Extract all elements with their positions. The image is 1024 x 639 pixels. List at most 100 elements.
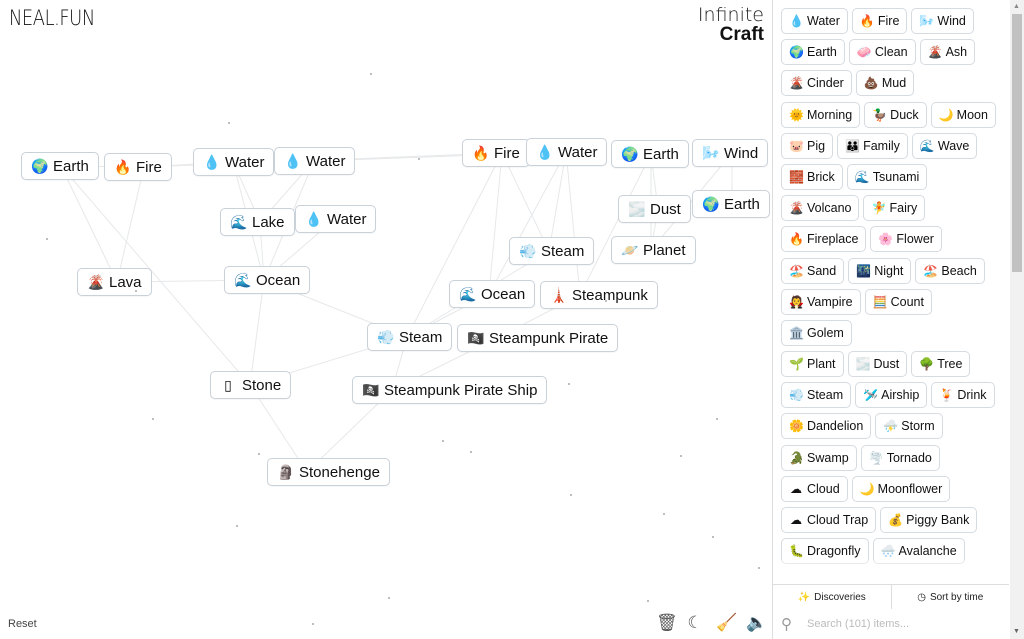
item-label: Wave [937, 138, 970, 153]
sidebar-item-swamp[interactable]: 🐊 Swamp [781, 444, 857, 471]
scrollbar-thumb[interactable] [1012, 14, 1022, 272]
sidebar-item-cinder[interactable]: 🌋 Cinder [781, 70, 852, 97]
item-icon: 👪 [845, 138, 861, 153]
sidebar-item-steam[interactable]: 💨 Steam [781, 382, 852, 409]
sidebar-item-wave[interactable]: 🌊 Wave [911, 132, 978, 159]
canvas-node-fire[interactable]: 🔥 Fire [462, 139, 530, 167]
canvas-node-water[interactable]: 💧 Water [274, 147, 356, 175]
sidebar-item-dandelion[interactable]: 🌼 Dandelion [781, 413, 872, 440]
canvas-node-stone[interactable]: ▯ Stone [210, 371, 292, 399]
item-icon: 🌞 [789, 107, 804, 122]
sidebar-item-tree[interactable]: 🌳 Tree [911, 351, 971, 378]
sidebar-item-morning[interactable]: 🌞 Morning [781, 101, 861, 128]
item-icon: 🏖️ [923, 263, 939, 278]
canvas-node-water[interactable]: 💧 Water [295, 205, 377, 233]
canvas-node-steampunk[interactable]: 🗼 Steampunk [540, 281, 658, 309]
sort-button[interactable]: ◷ Sort by time [892, 585, 1010, 609]
sidebar-item-beach[interactable]: 🏖️ Beach [915, 257, 985, 284]
item-icon: 🐷 [789, 138, 804, 153]
dark-mode-icon[interactable]: ☾ [686, 612, 704, 634]
canvas-node-water[interactable]: 💧 Water [193, 148, 275, 176]
sidebar-item-moon[interactable]: 🌙 Moon [930, 101, 996, 128]
sidebar-item-drink[interactable]: 🍹 Drink [931, 382, 995, 409]
sound-icon[interactable]: 🔈 [746, 612, 767, 634]
canvas-node-lava[interactable]: 🌋 Lava [77, 268, 152, 296]
canvas-node-ocean[interactable]: 🌊 Ocean [449, 280, 536, 308]
craft-canvas[interactable]: NEAL.FUN Infinite Craft 🌍 Earth 🔥 Fire 💧 Wate… [0, 0, 772, 639]
node-label: Lava [109, 273, 142, 291]
node-label: Stone [242, 376, 282, 394]
canvas-node-water[interactable]: 💧 Water [526, 138, 608, 166]
scroll-down-icon[interactable]: ▼ [1013, 628, 1020, 635]
sidebar-item-count[interactable]: 🧮 Count [864, 288, 932, 315]
sidebar-item-wind[interactable]: 🌬️ Wind [911, 8, 974, 34]
item-label: Swamp [807, 450, 849, 465]
neal-fun-logo[interactable]: NEAL.FUN [9, 6, 95, 30]
canvas-node-stonehenge[interactable]: 🗿 Stonehenge [267, 458, 390, 486]
sidebar-item-moonflower[interactable]: 🌙 Moonflower [851, 475, 951, 502]
sidebar-item-flower[interactable]: 🌸 Flower [870, 226, 942, 253]
scrollbar-lower[interactable]: ▼ [1010, 585, 1024, 639]
node-label: Earth [53, 157, 89, 175]
canvas-node-steam[interactable]: 💨 Steam [367, 323, 453, 351]
sidebar-item-piggy-bank[interactable]: 💰 Piggy Bank [880, 507, 978, 533]
sidebar-item-pig[interactable]: 🐷 Pig [781, 132, 834, 159]
canvas-node-lake[interactable]: 🌊 Lake [220, 208, 295, 236]
item-label: Moon [956, 107, 988, 122]
canvas-node-earth[interactable]: 🌍 Earth [692, 190, 770, 218]
sidebar-item-storm[interactable]: ⛈️ Storm [875, 413, 943, 440]
sidebar-item-clean[interactable]: 🧼 Clean [848, 39, 916, 66]
canvas-node-steampunk-pirate[interactable]: 🏴‍☠️ Steampunk Pirate [457, 324, 619, 352]
search-input[interactable] [805, 617, 999, 631]
sidebar-item-volcano[interactable]: 🌋 Volcano [781, 195, 860, 222]
discoveries-button[interactable]: ✨ Discoveries [773, 585, 892, 609]
canvas-node-steam[interactable]: 💨 Steam [509, 237, 595, 265]
sidebar-item-plant[interactable]: 🌱 Plant [781, 351, 844, 378]
sidebar-item-tornado[interactable]: 🌪️ Tornado [860, 444, 940, 471]
reset-button[interactable]: Reset [8, 618, 37, 630]
sidebar-item-earth[interactable]: 🌍 Earth [781, 39, 845, 66]
sidebar-item-fairy[interactable]: 🧚 Fairy [863, 195, 926, 222]
item-label: Avalanche [898, 544, 957, 559]
canvas-node-planet[interactable]: 🪐 Planet [611, 236, 696, 264]
background-dot [388, 597, 390, 599]
broom-icon[interactable]: 🧹 [716, 612, 737, 634]
item-label: Family [863, 138, 900, 153]
scroll-up-icon[interactable]: ▲ [1013, 3, 1020, 10]
connection-line [60, 165, 118, 283]
connection-line [116, 166, 145, 283]
sidebar-item-vampire[interactable]: 🧛 Vampire [781, 288, 861, 315]
sidebar-item-sand[interactable]: 🏖️ Sand [781, 257, 845, 284]
canvas-node-earth[interactable]: 🌍 Earth [611, 140, 689, 168]
sidebar-item-duck[interactable]: 🦆 Duck [864, 101, 927, 128]
scrollbar[interactable]: ▲ [1010, 0, 1024, 585]
sidebar-item-family[interactable]: 👪 Family [837, 132, 908, 159]
node-label: Fire [136, 158, 162, 176]
node-label: Wind [724, 144, 759, 162]
sidebar-item-ash[interactable]: 🌋 Ash [919, 39, 976, 66]
sidebar-item-golem[interactable]: 🏛️ Golem [781, 319, 852, 346]
sidebar-item-mud[interactable]: 💩 Mud [855, 70, 915, 97]
sidebar-item-water[interactable]: 💧 Water [781, 8, 848, 34]
sidebar-item-fireplace[interactable]: 🔥 Fireplace [781, 226, 867, 253]
trash-icon[interactable]: 🗑 [656, 612, 678, 634]
sparkle-icon: ✨ [797, 591, 811, 603]
canvas-node-ocean[interactable]: 🌊 Ocean [224, 266, 311, 294]
item-label: Flower [896, 232, 934, 247]
item-icon: 🧼 [856, 45, 872, 60]
sidebar-item-fire[interactable]: 🔥 Fire [851, 8, 908, 34]
canvas-node-earth[interactable]: 🌍 Earth [21, 152, 99, 180]
item-icon: 🌊 [919, 138, 935, 153]
sidebar-item-night[interactable]: 🌃 Night [848, 257, 912, 284]
canvas-node-steampunk-pirate-ship[interactable]: 🏴‍☠️ Steampunk Pirate Ship [352, 376, 548, 404]
sidebar-item-airship[interactable]: 🛩️ Airship [855, 382, 928, 409]
sidebar-item-cloud[interactable]: ☁ Cloud [781, 475, 848, 502]
sidebar-item-cloud-trap[interactable]: ☁ Cloud Trap [781, 507, 877, 533]
canvas-node-wind[interactable]: 🌬️ Wind [692, 139, 769, 167]
node-label: Water [306, 152, 346, 170]
canvas-node-fire[interactable]: 🔥 Fire [104, 153, 172, 181]
sidebar-item-tsunami[interactable]: 🌊 Tsunami [846, 163, 928, 190]
sidebar-item-brick[interactable]: 🧱 Brick [781, 163, 843, 190]
sidebar-item-dust[interactable]: 🌫️ Dust [847, 351, 908, 378]
canvas-node-dust[interactable]: 🌫️ Dust [618, 195, 691, 223]
